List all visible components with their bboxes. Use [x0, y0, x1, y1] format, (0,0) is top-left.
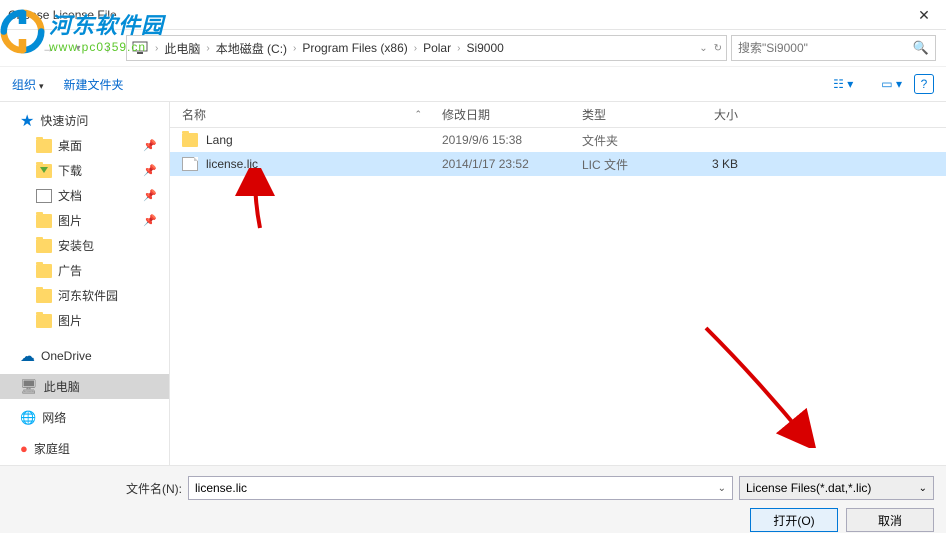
- file-row-license[interactable]: license.lic 2014/1/17 23:52 LIC 文件 3 KB: [170, 152, 946, 176]
- sidebar-homegroup[interactable]: ●家庭组: [0, 436, 169, 461]
- sidebar-item-desktop[interactable]: 桌面📌: [0, 133, 169, 158]
- pin-icon: 📌: [143, 189, 157, 202]
- documents-icon: [36, 189, 52, 203]
- open-button[interactable]: 打开(O): [750, 508, 838, 532]
- pin-icon: 📌: [143, 139, 157, 152]
- pin-icon: 📌: [143, 164, 157, 177]
- sidebar-this-pc[interactable]: 🖥此电脑: [0, 374, 169, 399]
- cancel-button[interactable]: 取消: [846, 508, 934, 532]
- folder-icon: [36, 214, 52, 228]
- homegroup-icon: ●: [20, 441, 28, 456]
- sidebar-item-7[interactable]: 图片: [0, 308, 169, 333]
- breadcrumb-root[interactable]: 此电脑: [162, 40, 202, 57]
- sort-indicator: ⌃: [414, 109, 422, 120]
- breadcrumb-dropdown[interactable]: ⌄: [699, 43, 707, 54]
- sidebar-item-downloads[interactable]: 下载📌: [0, 158, 169, 183]
- help-button[interactable]: ?: [914, 74, 934, 94]
- sidebar-onedrive[interactable]: ☁OneDrive: [0, 343, 169, 368]
- folder-icon: [36, 289, 52, 303]
- breadcrumb-sep: ›: [151, 43, 162, 54]
- sidebar-item-documents[interactable]: 文档📌: [0, 183, 169, 208]
- column-type[interactable]: 类型: [570, 106, 670, 123]
- sidebar-item-6[interactable]: 河东软件园: [0, 283, 169, 308]
- body: ★快速访问 桌面📌 下载📌 文档📌 图片📌 安装包 广告 河东软件园 图片 ☁O…: [0, 102, 946, 465]
- filename-dropdown[interactable]: ⌄: [718, 483, 726, 494]
- filter-dropdown[interactable]: License Files(*.dat,*.lic) ⌄: [739, 476, 934, 500]
- search-input[interactable]: [738, 41, 913, 55]
- search-icon[interactable]: 🔍: [913, 40, 929, 56]
- file-list-header: 名称⌃ 修改日期 类型 大小: [170, 102, 946, 128]
- sidebar-item-5[interactable]: 广告: [0, 258, 169, 283]
- view-details-icon[interactable]: ▭ ▾: [881, 77, 902, 91]
- footer: 文件名(N): ⌄ License Files(*.dat,*.lic) ⌄ 打…: [0, 465, 946, 533]
- onedrive-icon: ☁: [20, 347, 35, 365]
- navbar: ← → ▾ ↑ › 此电脑 › 本地磁盘 (C:) › Program File…: [0, 30, 946, 66]
- refresh-button[interactable]: ↻: [714, 43, 722, 54]
- toolbar: 组织 新建文件夹 ☷ ▾ ▭ ▾ ?: [0, 66, 946, 102]
- pin-icon: 📌: [143, 214, 157, 227]
- breadcrumb-part-2[interactable]: Polar: [421, 41, 453, 55]
- sidebar-item-pictures[interactable]: 图片📌: [0, 208, 169, 233]
- column-size[interactable]: 大小: [670, 106, 750, 123]
- folder-icon: [36, 239, 52, 253]
- network-icon: 🌐: [20, 410, 36, 426]
- pc-icon: 🖥: [20, 378, 38, 395]
- sidebar-item-4[interactable]: 安装包: [0, 233, 169, 258]
- folder-icon: [36, 314, 52, 328]
- folder-icon: [36, 139, 52, 153]
- breadcrumb-part-1[interactable]: Program Files (x86): [300, 41, 409, 55]
- close-button[interactable]: ✕: [902, 0, 946, 30]
- search-box[interactable]: 🔍: [731, 35, 936, 61]
- view-list-icon[interactable]: ☷ ▾: [833, 77, 853, 91]
- titlebar: Choose License File ✕: [0, 0, 946, 30]
- breadcrumb[interactable]: › 此电脑 › 本地磁盘 (C:) › Program Files (x86) …: [126, 35, 727, 61]
- filename-input[interactable]: [195, 481, 718, 495]
- filename-label: 文件名(N):: [12, 480, 182, 497]
- file-icon: [182, 157, 198, 171]
- folder-icon: [36, 264, 52, 278]
- window-title: Choose License File: [8, 8, 117, 22]
- downloads-icon: [36, 164, 52, 178]
- folder-icon: [182, 133, 198, 147]
- back-button[interactable]: ←: [4, 34, 32, 62]
- file-row-folder[interactable]: Lang 2019/9/6 15:38 文件夹: [170, 128, 946, 152]
- sidebar: ★快速访问 桌面📌 下载📌 文档📌 图片📌 安装包 广告 河东软件园 图片 ☁O…: [0, 102, 170, 465]
- pc-icon: [131, 39, 149, 57]
- file-list: 名称⌃ 修改日期 类型 大小 Lang 2019/9/6 15:38 文件夹 l…: [170, 102, 946, 465]
- column-date[interactable]: 修改日期: [430, 106, 570, 123]
- star-icon: ★: [20, 111, 34, 131]
- column-name[interactable]: 名称⌃: [170, 106, 430, 123]
- recent-dropdown[interactable]: ▾: [64, 34, 92, 62]
- up-button[interactable]: ↑: [94, 34, 122, 62]
- sidebar-network[interactable]: 🌐网络: [0, 405, 169, 430]
- filename-field[interactable]: ⌄: [188, 476, 733, 500]
- sidebar-quick-access[interactable]: ★快速访问: [0, 108, 169, 133]
- organize-button[interactable]: 组织: [12, 76, 44, 93]
- breadcrumb-part-3[interactable]: Si9000: [464, 41, 505, 55]
- new-folder-button[interactable]: 新建文件夹: [64, 76, 124, 93]
- forward-button: →: [34, 34, 62, 62]
- breadcrumb-part-0[interactable]: 本地磁盘 (C:): [214, 40, 289, 57]
- chevron-down-icon: ⌄: [919, 483, 927, 494]
